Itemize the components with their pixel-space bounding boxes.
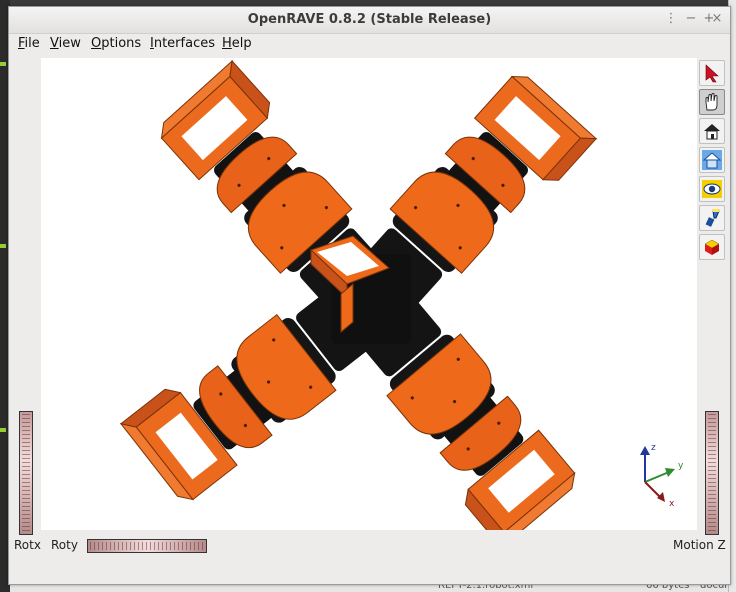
set-home-icon: [702, 150, 722, 170]
seek-flashlight-icon: [705, 209, 720, 227]
menu-file-label: File: [18, 36, 40, 51]
robot-scene: [120, 60, 597, 549]
select-tool-button[interactable]: [699, 60, 725, 86]
hand-pan-icon: [705, 93, 718, 111]
close-button[interactable]: ×: [709, 11, 725, 27]
background-marker: [0, 62, 6, 66]
minimize-button[interactable]: −: [683, 11, 699, 27]
menu-bar: File View Options Interfaces Help: [9, 34, 730, 56]
openrave-window: OpenRAVE 0.8.2 (Stable Release) ⋮ − + × …: [8, 6, 731, 585]
home-view-button[interactable]: [699, 118, 725, 144]
home-icon: [704, 124, 720, 140]
menu-file[interactable]: File: [16, 36, 42, 51]
motion-z-thumbwheel[interactable]: [705, 411, 719, 535]
menu-interfaces[interactable]: Interfaces: [148, 36, 217, 51]
menu-view-label: View: [50, 36, 81, 51]
axis-y-label: y: [678, 461, 684, 471]
axis-x-label: x: [669, 499, 675, 509]
roty-thumbwheel[interactable]: [87, 539, 207, 553]
title-bar[interactable]: OpenRAVE 0.8.2 (Stable Release) ⋮ − + ×: [9, 7, 730, 34]
set-home-button[interactable]: [699, 147, 725, 173]
menu-help-label: Help: [222, 36, 252, 51]
pan-tool-button[interactable]: [699, 89, 725, 115]
perspective-toggle-button[interactable]: [699, 234, 725, 260]
menu-options[interactable]: Options: [89, 36, 143, 51]
menu-interfaces-label: Interfaces: [150, 36, 215, 51]
window-title: OpenRAVE 0.8.2 (Stable Release): [247, 12, 492, 27]
perspective-cube-icon: [704, 239, 720, 255]
background-marker: [0, 244, 6, 248]
motion-z-label: Motion Z: [673, 538, 726, 552]
view-all-button[interactable]: [699, 176, 725, 202]
axes-indicator: z y x: [640, 443, 684, 509]
select-arrow-icon: [705, 64, 719, 83]
menu-view[interactable]: View: [48, 36, 83, 51]
roty-label: Roty: [51, 538, 78, 552]
3d-viewport[interactable]: z y x: [41, 58, 697, 549]
menu-options-label: Options: [91, 36, 142, 51]
seek-button[interactable]: [699, 205, 725, 231]
rotx-thumbwheel[interactable]: [19, 411, 33, 535]
menu-help[interactable]: Help: [220, 36, 254, 51]
background-marker: [0, 428, 6, 432]
menu-dot-button[interactable]: ⋮: [663, 11, 679, 27]
axis-z-label: z: [651, 443, 656, 453]
viewer-toolbar: [697, 58, 727, 278]
rotx-label: Rotx: [14, 538, 41, 552]
view-all-icon: [702, 180, 722, 198]
